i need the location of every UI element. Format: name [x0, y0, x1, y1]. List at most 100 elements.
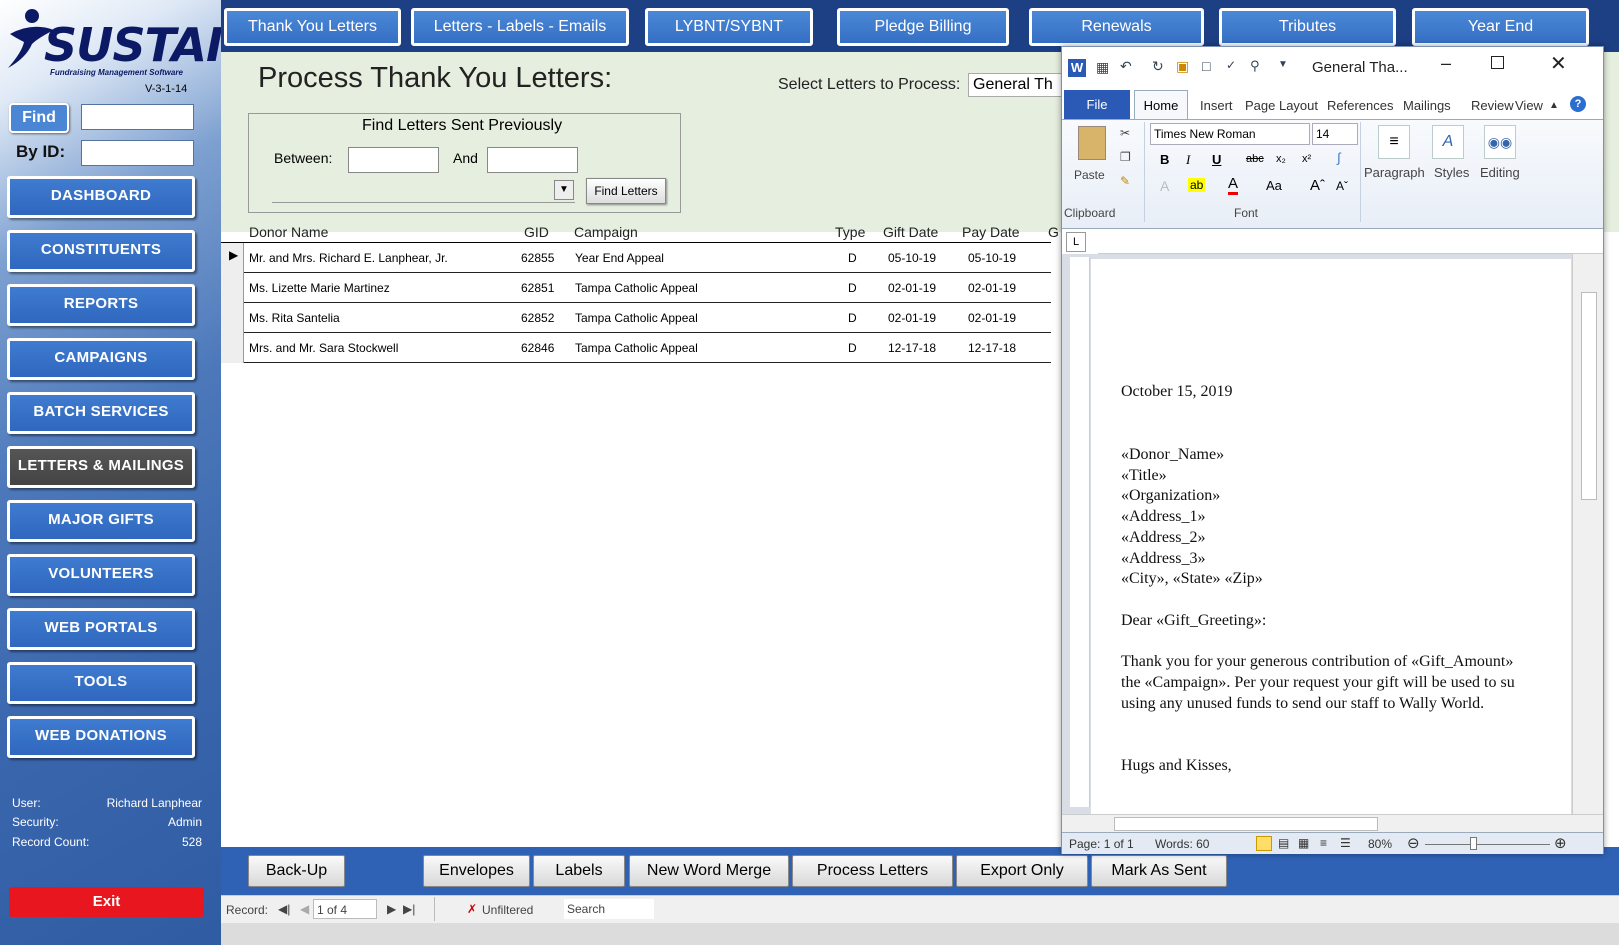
- tab-pledge-billing[interactable]: Pledge Billing: [837, 8, 1009, 46]
- tab-year-end[interactable]: Year End: [1412, 8, 1589, 46]
- filter-status[interactable]: Unfiltered: [482, 903, 533, 917]
- subscript-icon[interactable]: x₂: [1276, 153, 1286, 165]
- sent-letters-combo[interactable]: [272, 179, 575, 203]
- nav-web-donations[interactable]: WEB DONATIONS: [7, 716, 195, 758]
- ribbon-collapse-icon[interactable]: ▲: [1549, 100, 1559, 111]
- word-tab-review[interactable]: Review: [1471, 98, 1514, 113]
- binoculars-icon[interactable]: ◉◉: [1484, 125, 1516, 159]
- minimize-icon[interactable]: –: [1441, 53, 1451, 74]
- new-word-merge-button[interactable]: New Word Merge: [629, 855, 789, 887]
- zoom-slider-thumb[interactable]: [1470, 837, 1477, 850]
- zoom-level[interactable]: 80%: [1368, 837, 1392, 851]
- between-start-input[interactable]: [348, 147, 439, 173]
- open-icon[interactable]: ▣: [1176, 58, 1189, 75]
- print-preview-icon[interactable]: ⚲: [1250, 58, 1260, 74]
- bold-icon[interactable]: B: [1160, 152, 1169, 167]
- record-position-input[interactable]: 1 of 4: [313, 899, 377, 919]
- prev-record-icon[interactable]: ◀: [300, 902, 309, 916]
- nav-tools[interactable]: TOOLS: [7, 662, 195, 704]
- font-name-combo[interactable]: Times New Roman: [1150, 123, 1310, 145]
- outline-icon[interactable]: ≡: [1320, 836, 1327, 850]
- save-icon[interactable]: ▦: [1096, 59, 1109, 76]
- word-tab-insert[interactable]: Insert: [1200, 98, 1233, 113]
- italic-icon[interactable]: I: [1186, 152, 1190, 168]
- horizontal-scrollbar[interactable]: [1062, 814, 1603, 832]
- paragraph-button[interactable]: Paragraph: [1364, 165, 1425, 180]
- nav-batch-services[interactable]: BATCH SERVICES: [7, 392, 195, 434]
- paste-label[interactable]: Paste: [1074, 168, 1105, 182]
- nav-web-portals[interactable]: WEB PORTALS: [7, 608, 195, 650]
- process-letters-button[interactable]: Process Letters: [792, 855, 953, 887]
- table-row[interactable]: ▶ Mr. and Mrs. Richard E. Lanphear, Jr. 62…: [221, 243, 1051, 273]
- mark-as-sent-button[interactable]: Mark As Sent: [1091, 855, 1227, 887]
- table-row[interactable]: Mrs. and Mr. Sara Stockwell 62846 Tampa Ca…: [221, 333, 1051, 363]
- status-page[interactable]: Page: 1 of 1: [1069, 837, 1134, 851]
- help-icon[interactable]: ?: [1570, 96, 1586, 112]
- nav-dashboard[interactable]: DASHBOARD: [7, 176, 195, 218]
- paragraph-icon[interactable]: ≡: [1378, 125, 1410, 159]
- word-tab-references[interactable]: References: [1327, 98, 1393, 113]
- labels-button[interactable]: Labels: [533, 855, 625, 887]
- horizontal-ruler[interactable]: [1098, 232, 1603, 254]
- word-window[interactable]: W ▦ ↶ ↻ ▣ □ ✓ ⚲ ▼ General Tha... – ✕ Fil…: [1061, 46, 1604, 854]
- tab-selector-icon[interactable]: L: [1066, 232, 1086, 252]
- status-words[interactable]: Words: 60: [1155, 837, 1209, 851]
- strikethrough-icon[interactable]: abc: [1246, 153, 1264, 165]
- nav-reports[interactable]: REPORTS: [7, 284, 195, 326]
- filter-icon[interactable]: ✗: [467, 902, 477, 916]
- full-screen-icon[interactable]: ▤: [1278, 836, 1289, 850]
- copy-icon[interactable]: ❐: [1120, 150, 1131, 164]
- word-tab-home[interactable]: Home: [1134, 90, 1188, 120]
- word-tab-mailings[interactable]: Mailings: [1403, 98, 1451, 113]
- styles-button[interactable]: Styles: [1434, 165, 1469, 180]
- tab-thank-you-letters[interactable]: Thank You Letters: [224, 8, 401, 46]
- paste-icon[interactable]: [1078, 126, 1106, 160]
- first-record-icon[interactable]: ◀|: [278, 902, 290, 916]
- byid-input[interactable]: [81, 140, 194, 166]
- find-letters-button[interactable]: Find Letters: [586, 178, 666, 204]
- hscroll-thumb[interactable]: [1114, 817, 1378, 831]
- editing-button[interactable]: Editing: [1480, 165, 1520, 180]
- change-case-icon[interactable]: Aa: [1266, 178, 1282, 193]
- tab-lybnt-sybnt[interactable]: LYBNT/SYBNT: [645, 8, 813, 46]
- font-color-icon[interactable]: A: [1228, 176, 1239, 195]
- highlight-icon[interactable]: ab: [1188, 178, 1206, 192]
- redo-icon[interactable]: ↻: [1152, 58, 1164, 75]
- exit-button[interactable]: Exit: [9, 887, 204, 917]
- print-layout-icon[interactable]: [1256, 836, 1272, 851]
- export-only-button[interactable]: Export Only: [956, 855, 1088, 887]
- draft-icon[interactable]: ☰: [1340, 836, 1351, 850]
- maximize-icon[interactable]: [1491, 56, 1504, 69]
- zoom-in-icon[interactable]: ⊕: [1554, 834, 1567, 852]
- format-painter-icon[interactable]: ✎: [1120, 174, 1130, 188]
- nav-campaigns[interactable]: CAMPAIGNS: [7, 338, 195, 380]
- row-selector[interactable]: [221, 303, 244, 333]
- table-row[interactable]: Ms. Lizette Marie Martinez 62851 Tampa Cat…: [221, 273, 1051, 303]
- tab-letters-labels-emails[interactable]: Letters - Labels - Emails: [411, 8, 629, 46]
- nav-constituents[interactable]: CONSTITUENTS: [7, 230, 195, 272]
- underline-icon[interactable]: U: [1212, 152, 1221, 167]
- vertical-scrollbar[interactable]: [1572, 254, 1603, 814]
- row-selector[interactable]: [221, 273, 244, 303]
- shrink-font-icon[interactable]: Aˇ: [1336, 179, 1348, 193]
- new-doc-icon[interactable]: □: [1202, 58, 1210, 74]
- web-layout-icon[interactable]: ▦: [1298, 836, 1309, 850]
- qat-customize-icon[interactable]: ▼: [1278, 59, 1288, 70]
- vertical-ruler[interactable]: [1070, 257, 1090, 807]
- tab-tributes[interactable]: Tributes: [1219, 8, 1396, 46]
- find-button[interactable]: Find: [9, 103, 69, 133]
- nav-volunteers[interactable]: VOLUNTEERS: [7, 554, 195, 596]
- search-input[interactable]: Search: [564, 899, 654, 919]
- font-size-combo[interactable]: 14: [1312, 123, 1358, 145]
- tab-renewals[interactable]: Renewals: [1029, 8, 1204, 46]
- text-effects-icon[interactable]: A: [1160, 178, 1169, 194]
- word-file-tab[interactable]: File: [1064, 90, 1130, 120]
- grow-font-icon[interactable]: Aˆ: [1310, 177, 1325, 194]
- word-tab-view[interactable]: View: [1515, 98, 1543, 113]
- nav-letters-mailings[interactable]: LETTERS & MAILINGS: [7, 446, 195, 488]
- close-icon[interactable]: ✕: [1550, 51, 1567, 76]
- envelopes-button[interactable]: Envelopes: [423, 855, 530, 887]
- between-end-input[interactable]: [487, 147, 578, 173]
- zoom-out-icon[interactable]: ⊖: [1407, 834, 1420, 852]
- cut-icon[interactable]: ✂: [1120, 126, 1130, 140]
